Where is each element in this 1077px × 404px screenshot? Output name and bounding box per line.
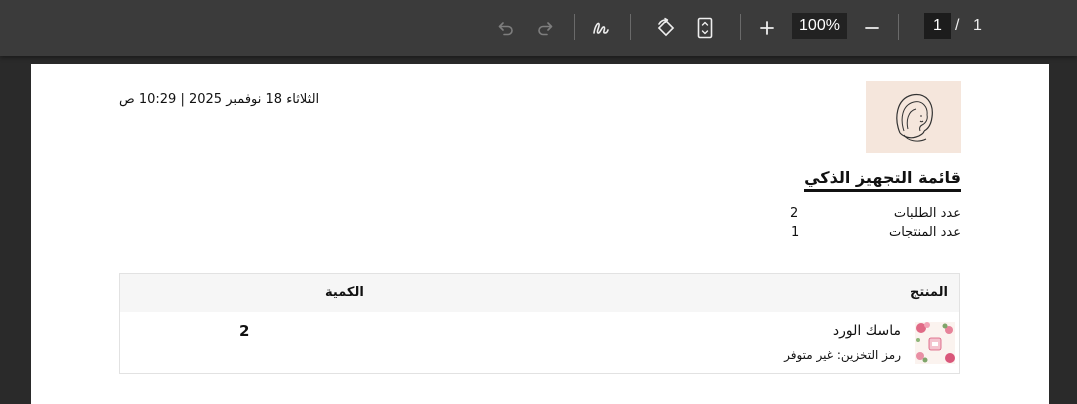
products-count-label: عدد المنتجات: [888, 225, 961, 240]
orders-count-value: 2: [790, 206, 799, 221]
fit-page-icon: [697, 17, 713, 39]
total-pages: 1: [973, 17, 982, 34]
zoom-out-button[interactable]: [857, 13, 887, 43]
zoom-in-button[interactable]: [752, 13, 782, 43]
product-name: ماسك الورد: [832, 323, 901, 339]
toolbar-divider: [898, 14, 899, 40]
rotate-button[interactable]: [651, 13, 681, 43]
undo-button[interactable]: [491, 13, 521, 43]
zoom-level-input[interactable]: 100%: [792, 13, 847, 39]
rose-product-thumbnail-icon: [915, 322, 955, 364]
pdf-page: الثلاثاء 18 نوفمبر 2025 | 10:29 ص قائمة …: [31, 64, 1049, 404]
product-quantity: 2: [239, 322, 250, 340]
draw-icon: [593, 22, 609, 34]
rotate-icon: [657, 17, 675, 37]
page-separator: /: [955, 17, 960, 34]
column-header-product: المنتج: [909, 285, 948, 300]
woman-hijab-logo-icon: [895, 93, 933, 142]
toolbar-divider: [740, 14, 741, 40]
redo-icon: [538, 22, 553, 36]
toolbar-divider: [630, 14, 631, 40]
print-datetime: الثلاثاء 18 نوفمبر 2025 | 10:29 ص: [119, 92, 320, 107]
pdf-toolbar: 100% 1 / 1: [0, 0, 1077, 56]
draw-button[interactable]: [586, 13, 616, 43]
plus-icon: [760, 21, 774, 35]
fit-page-button[interactable]: [690, 13, 720, 43]
document-title: قائمة التجهيز الذكي: [804, 168, 961, 192]
products-table: المنتج الكمية ماسك الورد رمز التخزين: غي…: [119, 273, 960, 374]
minus-icon: [865, 27, 879, 29]
redo-button[interactable]: [530, 13, 560, 43]
page-number-input[interactable]: 1: [924, 13, 951, 39]
product-sku: رمز التخزين: غير متوفر: [784, 348, 901, 362]
store-logo: [866, 81, 961, 153]
column-header-quantity: الكمية: [325, 285, 364, 300]
toolbar-divider: [574, 14, 575, 40]
table-header-row: المنتج الكمية: [120, 274, 959, 312]
orders-count-label: عدد الطلبات: [893, 206, 961, 221]
undo-icon: [498, 22, 513, 36]
product-image: [915, 322, 955, 364]
products-count-value: 1: [791, 225, 800, 240]
